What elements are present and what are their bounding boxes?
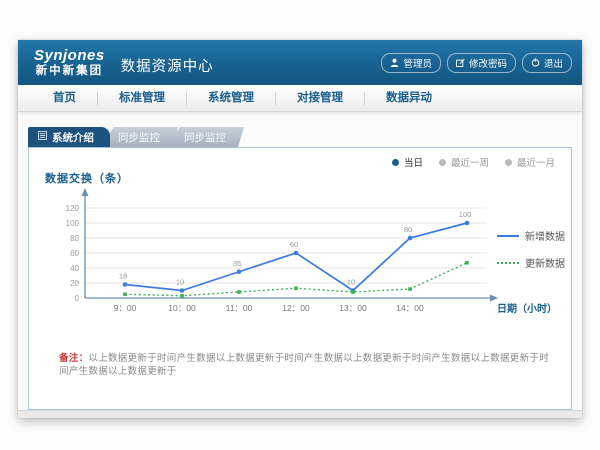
nav-item-3[interactable]: 对接管理 bbox=[276, 92, 365, 105]
current-user-label: 管理员 bbox=[403, 56, 432, 70]
footnote-prefix: 备注： bbox=[59, 353, 88, 364]
nav-item-2[interactable]: 系统管理 bbox=[187, 92, 276, 105]
document-icon bbox=[38, 131, 47, 143]
logout-button[interactable]: 退出 bbox=[522, 53, 572, 73]
svg-text:14：00: 14：00 bbox=[396, 303, 424, 313]
radio-dot-icon bbox=[505, 159, 512, 166]
chart-legend: 新增数据更新数据 bbox=[497, 228, 565, 270]
radio-dot-icon bbox=[392, 159, 399, 166]
svg-text:40: 40 bbox=[70, 264, 79, 273]
logo-text-en: Synjones bbox=[34, 48, 105, 63]
power-icon bbox=[531, 58, 540, 67]
svg-text:35: 35 bbox=[233, 259, 241, 268]
company-logo: Synjones 新中新集团 bbox=[34, 48, 105, 78]
tab-1[interactable]: 同步监控 bbox=[100, 127, 178, 147]
radio-period-0[interactable]: 当日 bbox=[392, 155, 423, 169]
system-intro-panel: 当日 最近一周 最近一月 数据交换（条） 0 20 40 60 80 100 120 9：00 10… bbox=[28, 147, 572, 410]
main-nav: 首页标准管理系统管理对接管理数据异动 bbox=[18, 85, 582, 112]
logout-label: 退出 bbox=[544, 56, 563, 70]
data-exchange-chart: 0 20 40 60 80 100 120 9：00 10：00 11：00 12：00 13：00 1… bbox=[45, 186, 560, 326]
radio-dot-icon bbox=[439, 159, 446, 166]
svg-text:20: 20 bbox=[70, 279, 79, 288]
legend-item-0: 新增数据 bbox=[497, 228, 565, 243]
svg-text:11：00: 11：00 bbox=[226, 303, 253, 313]
svg-text:10：00: 10：00 bbox=[168, 303, 196, 313]
svg-text:60: 60 bbox=[290, 240, 298, 249]
window-footer-strip bbox=[18, 410, 582, 418]
radio-label: 最近一周 bbox=[451, 155, 489, 169]
tab-label: 同步监控 bbox=[184, 130, 226, 145]
legend-item-1: 更新数据 bbox=[497, 255, 565, 270]
chart-y-axis-title: 数据交换（条） bbox=[45, 170, 129, 186]
footnote-text: 以上数据更新于时间产生数据以上数据更新于时间产生数据以上数据更新于时间产生数据以… bbox=[59, 353, 549, 377]
svg-text:12：00: 12：00 bbox=[282, 303, 310, 313]
header-actions: 管理员 修改密码 退出 bbox=[381, 53, 572, 73]
tab-label: 系统介绍 bbox=[52, 130, 94, 145]
solid-line-swatch bbox=[497, 235, 519, 237]
logo-text-cn: 新中新集团 bbox=[36, 66, 104, 78]
dotted-line-swatch bbox=[497, 262, 519, 264]
nav-item-0[interactable]: 首页 bbox=[32, 92, 98, 105]
svg-text:13：00: 13：00 bbox=[339, 303, 367, 313]
edit-icon bbox=[456, 58, 465, 67]
period-filter: 当日 最近一周 最近一月 bbox=[392, 155, 555, 169]
current-user-button[interactable]: 管理员 bbox=[381, 53, 441, 73]
page-title: 数据资源中心 bbox=[121, 49, 214, 76]
svg-text:80: 80 bbox=[70, 234, 79, 243]
svg-text:0: 0 bbox=[75, 294, 80, 303]
svg-text:120: 120 bbox=[66, 204, 80, 213]
tab-label: 同步监控 bbox=[118, 130, 160, 145]
nav-item-1[interactable]: 标准管理 bbox=[98, 92, 187, 105]
app-window: Synjones 新中新集团 数据资源中心 管理员 修改密码 bbox=[18, 40, 582, 418]
desktop-background: Synjones 新中新集团 数据资源中心 管理员 修改密码 bbox=[0, 0, 600, 450]
radio-period-2[interactable]: 最近一月 bbox=[505, 155, 555, 169]
line-chart-svg: 0 20 40 60 80 100 120 9：00 10：00 11：00 12：00 13：00 1… bbox=[45, 186, 560, 321]
svg-text:10: 10 bbox=[176, 278, 184, 287]
svg-text:10: 10 bbox=[347, 278, 355, 287]
app-header: Synjones 新中新集团 数据资源中心 管理员 修改密码 bbox=[18, 40, 582, 85]
change-password-button[interactable]: 修改密码 bbox=[447, 53, 516, 73]
legend-label: 更新数据 bbox=[525, 255, 565, 270]
tab-0[interactable]: 系统介绍 bbox=[28, 127, 110, 147]
radio-label: 最近一月 bbox=[517, 155, 555, 169]
svg-text:80: 80 bbox=[404, 225, 412, 234]
legend-label: 新增数据 bbox=[525, 228, 565, 243]
nav-item-4[interactable]: 数据异动 bbox=[365, 92, 453, 105]
radio-label: 当日 bbox=[404, 155, 423, 169]
svg-text:100: 100 bbox=[66, 219, 80, 228]
footnote: 备注：以上数据更新于时间产生数据以上数据更新于时间产生数据以上数据更新于时间产生… bbox=[59, 352, 554, 379]
svg-text:9：00: 9：00 bbox=[114, 303, 137, 313]
svg-text:100: 100 bbox=[459, 210, 472, 219]
tab-2[interactable]: 同步监控 bbox=[166, 127, 244, 147]
content-area: 系统介绍 同步监控 同步监控 当日 最近一周 最近一月 数据交换（条） 0 20 40 60 8… bbox=[18, 112, 582, 410]
svg-text:60: 60 bbox=[70, 249, 79, 258]
user-icon bbox=[390, 58, 399, 67]
tab-bar: 系统介绍 同步监控 同步监控 bbox=[28, 127, 244, 147]
radio-period-1[interactable]: 最近一周 bbox=[439, 155, 489, 169]
svg-text:日期（小时）: 日期（小时） bbox=[497, 302, 557, 315]
svg-text:18: 18 bbox=[119, 272, 127, 281]
change-password-label: 修改密码 bbox=[469, 56, 507, 70]
